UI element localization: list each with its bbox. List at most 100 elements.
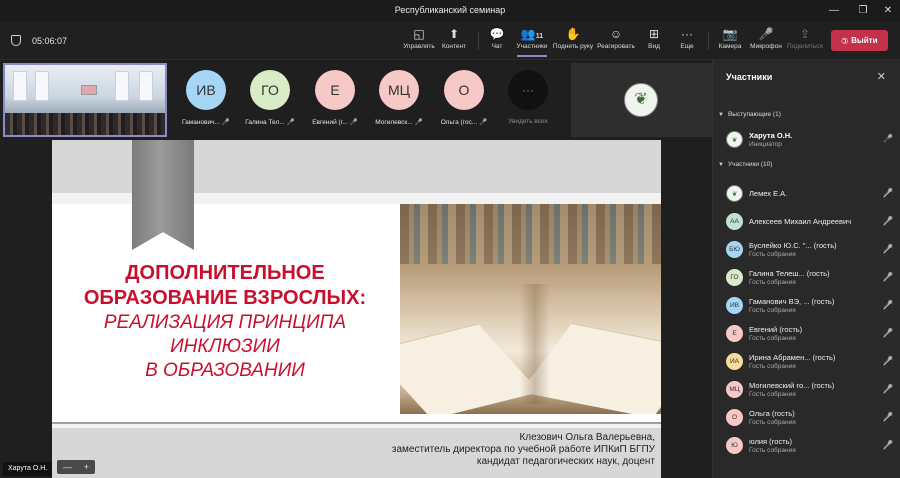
participant-role: Инициатор — [749, 141, 782, 148]
participant-row[interactable]: ❦ Харута О.Н. Инициатор 🎤 — [726, 128, 896, 152]
participant-row[interactable]: ИВ Гаманович ВЭ, ... (гость) Гость собрани… — [726, 294, 896, 318]
participant-role: Гость собрания — [749, 307, 796, 314]
participant-name: Могилевский го... (гость) — [749, 381, 835, 390]
participant-name: Могилевск... — [375, 119, 413, 126]
avatar: МЦ — [379, 70, 419, 110]
share-content-button[interactable]: ⬆ Контент — [439, 26, 469, 56]
participant-row[interactable]: ❦ Лемех Е.А. 🎤 — [726, 182, 896, 206]
avatar: О — [444, 70, 484, 110]
attendees-section-header[interactable]: ▼ Участники (10) — [718, 161, 772, 168]
participant-tile[interactable]: Е Евгений (г... 🎤 — [305, 68, 365, 138]
participant-role: Гость собрания — [749, 251, 796, 258]
participant-role: Гость собрания — [749, 363, 796, 370]
participant-name: Ольга (гость) — [749, 409, 795, 418]
active-tab-indicator — [517, 55, 547, 57]
conference-room-video — [5, 65, 165, 135]
presenter-tile[interactable]: ❦ — [571, 63, 712, 137]
grid-icon: ⊞ — [648, 27, 660, 41]
participant-name: Буслейко Ю.С. "... (гость) — [749, 241, 837, 250]
manage-icon: ◱ — [413, 27, 425, 41]
participants-count: 11 — [535, 33, 544, 40]
avatar: ИВ — [726, 297, 743, 314]
camera-button[interactable]: 📷 Камера — [715, 26, 745, 56]
participant-row[interactable]: ГО Галина Телеш... (гость) Гость собрания 🎤 — [726, 266, 896, 290]
participant-tile[interactable]: МЦ Могилевск... 🎤 — [369, 68, 429, 138]
participant-role: Гость собрания — [749, 335, 796, 342]
slide-subtitle: РЕАЛИЗАЦИЯ ПРИНЦИПА ИНКЛЮЗИИ В ОБРАЗОВАН… — [103, 312, 347, 381]
participant-tile[interactable]: О Ольга (гос... 🎤 — [434, 68, 494, 138]
mic-off-icon: 🎤 — [414, 119, 423, 126]
participant-tile[interactable]: ИВ Гаманович... 🎤 — [176, 68, 236, 138]
smiley-icon: ☺ — [609, 27, 623, 41]
mic-off-icon: 🎤 — [286, 119, 295, 126]
participant-row[interactable]: АА Алексеев Михаил Андреевич 🎤 — [726, 210, 896, 234]
microphone-off-icon: 🎤 — [883, 300, 893, 309]
maximize-button[interactable]: ❐ — [853, 3, 873, 19]
audience — [5, 113, 165, 135]
minimize-button[interactable]: — — [824, 3, 844, 19]
participant-row[interactable]: Ююлия (гость) Гость собрания 🎤 — [726, 434, 896, 458]
microphone-off-icon: 🎤 — [883, 384, 893, 393]
meeting-stage: ИВ Гаманович... 🎤 ГО Галина Тел... 🎤 Е Евг… — [0, 60, 712, 478]
participant-name: Лемех Е.А. — [749, 189, 788, 198]
participant-name: Гаманович ВЭ, ... (гость) — [749, 297, 835, 306]
participant-row[interactable]: МЦ Могилевский го... (гость) Гость собрани… — [726, 378, 896, 402]
avatar: АА — [726, 213, 743, 230]
presenter-name-tag: Харута О.Н. — [3, 462, 53, 476]
participant-name: Харута О.Н. — [749, 131, 793, 140]
participant-row[interactable]: ИА Ирина Абрамен... (гость) Гость собрания… — [726, 350, 896, 374]
participant-row[interactable]: Е Евгений (гость) Гость собрания 🎤 — [726, 322, 896, 346]
camera-video-tile[interactable] — [3, 63, 167, 137]
participants-button[interactable]: 👥11 Участники — [513, 26, 551, 56]
microphone-off-icon: 🎤 — [758, 27, 774, 41]
participant-role: Гость собрания — [749, 419, 796, 426]
mic-off-icon: 🎤 — [479, 119, 488, 126]
shared-presentation-slide: ДОПОЛНИТЕЛЬНОЕ ОБРАЗОВАНИЕ ВЗРОСЛЫХ: РЕА… — [52, 140, 661, 478]
microphone-off-icon: 🎤 — [883, 356, 893, 365]
caret-down-icon: ▼ — [718, 112, 724, 118]
chat-icon: 💬 — [489, 27, 505, 41]
close-icon[interactable]: ✕ — [877, 70, 886, 83]
mic-off-icon: 🎤 — [349, 119, 358, 126]
zoom-in-button[interactable]: + — [84, 460, 89, 474]
avatar: Е — [315, 70, 355, 110]
microphone-off-icon: 🎤 — [883, 216, 893, 225]
meeting-toolbar: 05:06:07 ◱ Управлять ⬆ Контент 💬 Чат 👥11… — [0, 22, 900, 60]
microphone-button[interactable]: 🎤 Микрофон — [749, 26, 783, 56]
participant-role: Гость собрания — [749, 391, 796, 398]
toolbar-divider — [478, 32, 479, 50]
participant-name: юлия (гость) — [749, 437, 793, 446]
participant-name: Гаманович... — [181, 119, 220, 126]
avatar: ИВ — [186, 70, 226, 110]
avatar: Е — [726, 325, 743, 342]
toolbar-divider — [708, 32, 709, 50]
people-icon: 👥11 — [520, 27, 544, 41]
raise-hand-button[interactable]: ✋ Поднять руку — [552, 26, 594, 56]
participant-row[interactable]: О Ольга (гость) Гость собрания 🎤 — [726, 406, 896, 430]
avatar: ❦ — [726, 185, 743, 202]
more-button[interactable]: ··· Еще — [676, 26, 698, 56]
avatar: О — [726, 409, 743, 426]
hand-icon: ✋ — [565, 27, 581, 41]
caret-down-icon: ▼ — [718, 162, 724, 168]
participant-role: Гость собрания — [749, 279, 796, 286]
manage-button[interactable]: ◱ Управлять — [402, 26, 436, 56]
participant-name: Евгений (гость) — [749, 325, 803, 334]
share-tray-icon: ⬆ — [448, 27, 460, 41]
participant-row[interactable]: БЮ Буслейко Ю.С. "... (гость) Гость собран… — [726, 238, 896, 262]
participant-role: Гость собрания — [749, 447, 796, 454]
close-window-button[interactable]: ✕ — [878, 3, 898, 19]
view-button[interactable]: ⊞ Вид — [643, 26, 665, 56]
participant-tile[interactable]: ГО Галина Тел... 🎤 — [240, 68, 300, 138]
open-book-image — [400, 204, 661, 414]
share-button[interactable]: ⇪ Поделиться — [786, 26, 824, 56]
chat-button[interactable]: 💬 Чат — [486, 26, 508, 56]
microphone-off-icon: 🎤 — [883, 412, 893, 421]
react-button[interactable]: ☺ Реагировать — [597, 26, 635, 56]
ellipsis-icon: ··· — [508, 70, 548, 110]
leave-button[interactable]: ✆Выйти — [831, 30, 888, 51]
presenters-section-header[interactable]: ▼ Выступающие (1) — [718, 111, 781, 118]
zoom-out-button[interactable]: — — [63, 460, 72, 474]
see-all-tile[interactable]: ··· Увидеть всех — [498, 68, 558, 138]
participant-name: Галина Телеш... (гость) — [749, 269, 830, 278]
